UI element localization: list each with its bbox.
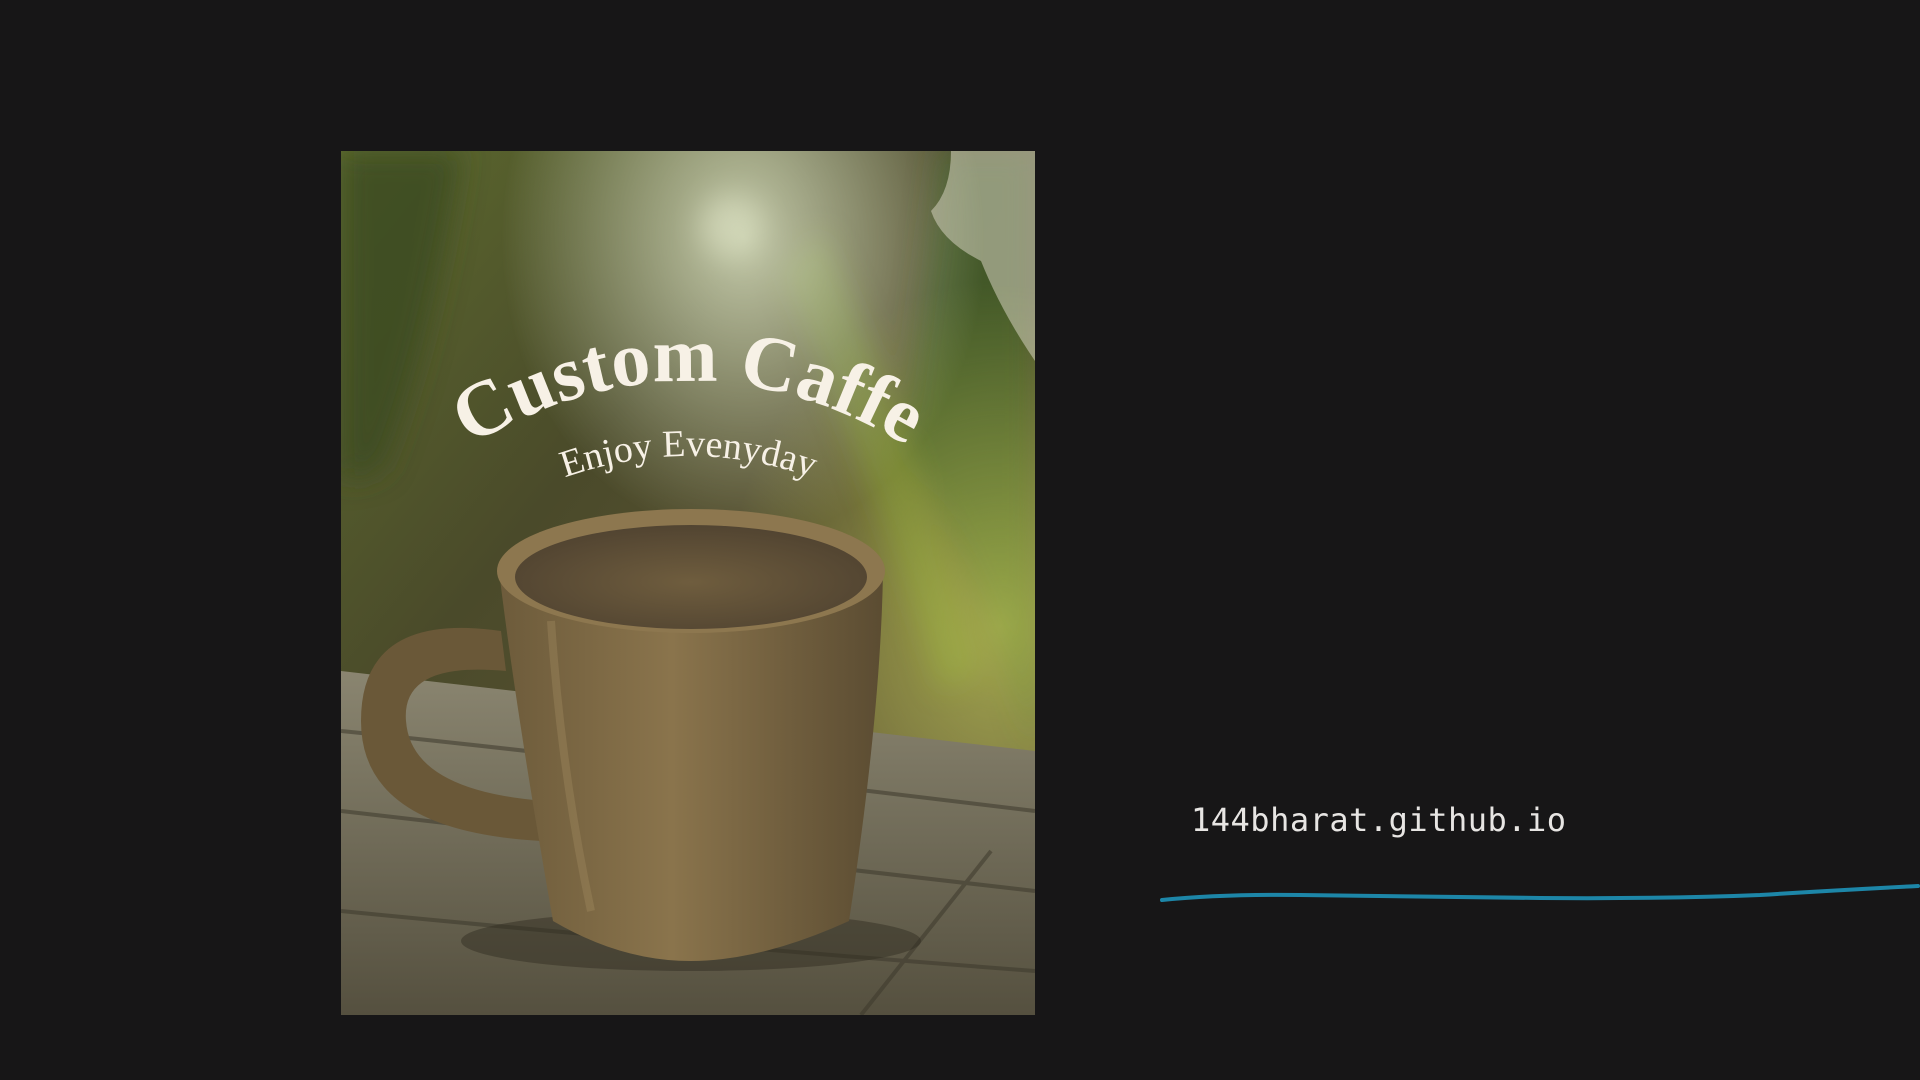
coffee-promo-image: Custom Caffe Enjoy Evenyday — [341, 151, 1035, 1015]
site-url-link[interactable]: 144bharat.github.io — [1191, 801, 1567, 839]
wavy-underline-icon — [1160, 884, 1920, 902]
coffee-photo-illustration: Custom Caffe Enjoy Evenyday — [341, 151, 1035, 1015]
slide-canvas: Custom Caffe Enjoy Evenyday 144bharat.gi… — [0, 0, 1920, 1080]
